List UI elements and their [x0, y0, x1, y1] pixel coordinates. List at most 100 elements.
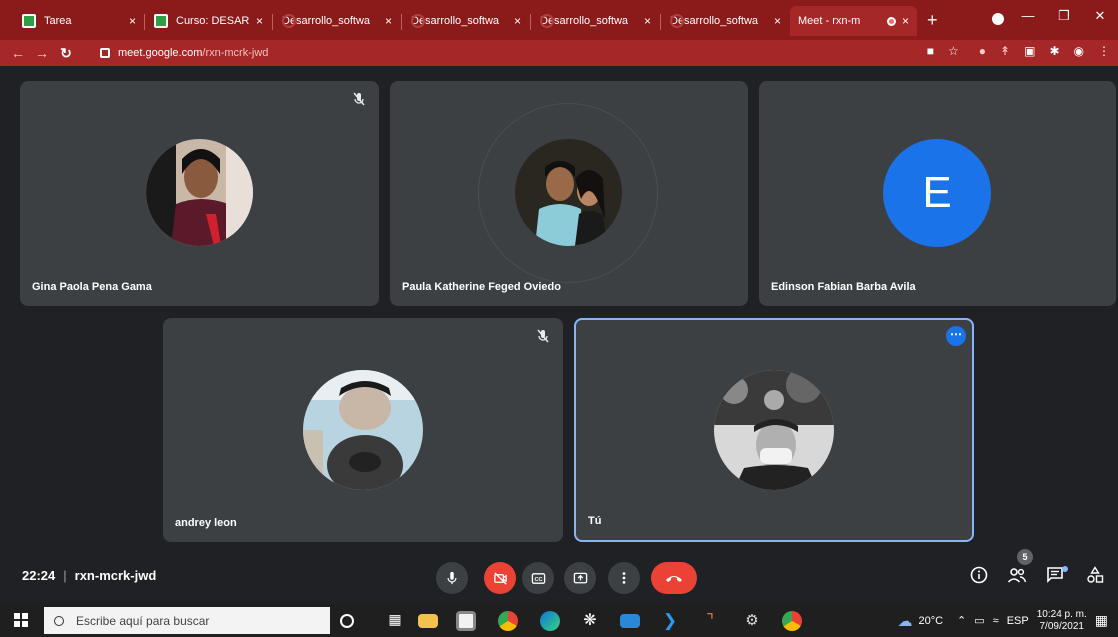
- meet-stage: Gina Paola Pena Gama Paula Katherine Feg…: [0, 66, 1118, 604]
- extension-icon[interactable]: ●: [979, 44, 986, 58]
- meeting-info: 22:24 | rxn-mcrk-jwd: [22, 568, 156, 583]
- pdf-extension-icon[interactable]: ↟: [1000, 44, 1010, 58]
- forward-arrow-icon[interactable]: →: [30, 45, 54, 61]
- minimize-icon[interactable]: —: [1010, 0, 1046, 32]
- vscode-icon[interactable]: ❯: [660, 611, 680, 631]
- close-tab-icon[interactable]: ×: [256, 14, 263, 28]
- star-icon[interactable]: ☆: [948, 44, 959, 58]
- participant-name: Edinson Fabian Barba Avila: [771, 281, 916, 293]
- close-tab-icon[interactable]: ×: [514, 14, 521, 28]
- github-icon: [282, 14, 296, 28]
- toolbar-icons: ■ ☆ ● ↟ ▣ ✱ ◉ ⋮: [927, 44, 1110, 58]
- task-view-icon[interactable]: ▦: [385, 611, 405, 631]
- weather-temperature[interactable]: 20°C: [918, 615, 943, 627]
- present-icon: [573, 572, 587, 583]
- restore-icon[interactable]: ❐: [1046, 0, 1082, 32]
- tab-title: Desarrollo_softwa: [282, 15, 371, 27]
- windows-start-icon[interactable]: [14, 613, 28, 627]
- search-placeholder: Escribe aquí para buscar: [76, 613, 210, 628]
- browser-tab[interactable]: Curso: DESARROL ×: [146, 6, 271, 36]
- activities-icon: [1087, 566, 1104, 583]
- taskbar-search-box[interactable]: Escribe aquí para buscar: [44, 607, 330, 634]
- mic-off-icon: [353, 92, 365, 106]
- chrome-icon[interactable]: [782, 611, 802, 631]
- present-screen-button[interactable]: [564, 562, 596, 594]
- activities-button[interactable]: [1086, 566, 1104, 589]
- github-icon: [411, 14, 425, 28]
- weather-cloud-icon[interactable]: ☁: [897, 612, 912, 630]
- participant-tile[interactable]: Paula Katherine Feged Oviedo: [390, 81, 748, 306]
- keyboard-language[interactable]: ESP: [1007, 615, 1029, 627]
- file-explorer-icon[interactable]: [418, 614, 438, 628]
- classroom-icon: [154, 14, 168, 28]
- camera-button[interactable]: [484, 562, 516, 594]
- browser-tab-active[interactable]: Meet - rxn-m ×: [790, 6, 917, 36]
- camera-icon[interactable]: ■: [927, 44, 934, 58]
- close-tab-icon[interactable]: ×: [902, 14, 909, 28]
- browser-tab[interactable]: Desarrollo_softwa ×: [532, 6, 659, 36]
- browser-tab[interactable]: Desarrollo_softwa ×: [403, 6, 529, 36]
- people-button[interactable]: [1007, 566, 1027, 589]
- new-tab-button[interactable]: +: [927, 10, 938, 31]
- participant-name: Tú: [588, 515, 602, 527]
- meeting-controls-bar: 22:24 | rxn-mcrk-jwd CC: [0, 552, 1118, 604]
- browser-tab[interactable]: Tarea ×: [14, 6, 144, 36]
- participant-tile[interactable]: andrey leon: [163, 318, 563, 542]
- captions-icon: CC: [531, 572, 545, 584]
- battery-icon[interactable]: ▭: [974, 614, 984, 627]
- browser-tab[interactable]: Desarrollo_softwa ×: [662, 6, 789, 36]
- jupyter-icon[interactable]: ⌝: [700, 611, 720, 631]
- tab-title: Meet - rxn-m: [798, 15, 861, 27]
- menu-dots-icon[interactable]: ⋮: [1098, 44, 1110, 58]
- participant-avatar: [714, 370, 834, 490]
- tab-title: Desarrollo_softwa: [411, 15, 500, 27]
- close-tab-icon[interactable]: ×: [774, 14, 781, 28]
- address-bar[interactable]: meet.google.com/rxn-mcrk-jwd: [100, 43, 940, 63]
- dropbox-icon[interactable]: ❋: [580, 611, 600, 631]
- tab-title: Curso: DESARROL: [176, 15, 250, 27]
- taskbar-clock[interactable]: 10:24 p. m. 7/09/2021: [1037, 609, 1087, 633]
- search-icon: [54, 615, 64, 626]
- notifications-icon[interactable]: ▦: [1095, 612, 1108, 629]
- microphone-button[interactable]: [436, 562, 468, 594]
- close-tab-icon[interactable]: ×: [644, 14, 651, 28]
- chat-notification-dot: [1062, 566, 1068, 572]
- participant-avatar: [146, 139, 253, 246]
- mail-icon[interactable]: [620, 614, 640, 628]
- store-icon[interactable]: [456, 611, 476, 631]
- reload-icon[interactable]: ↻: [54, 45, 78, 62]
- chrome-icon[interactable]: [498, 611, 518, 631]
- participant-name: Gina Paola Pena Gama: [32, 281, 152, 293]
- url-host: meet.google.com: [118, 47, 203, 59]
- end-call-button[interactable]: [651, 562, 697, 594]
- wifi-icon[interactable]: ≈: [993, 615, 999, 627]
- more-options-button[interactable]: ⋯: [946, 326, 966, 346]
- cortana-icon[interactable]: [340, 614, 354, 628]
- browser-tab[interactable]: Desarrollo_softwa ×: [274, 6, 400, 36]
- participant-tile[interactable]: Gina Paola Pena Gama: [20, 81, 379, 306]
- tab-divider: [660, 14, 661, 30]
- chevron-up-icon[interactable]: ⌃: [957, 614, 966, 627]
- meeting-time: 22:24: [22, 568, 56, 583]
- edge-icon[interactable]: [540, 611, 560, 631]
- svg-text:CC: CC: [534, 576, 542, 582]
- mic-off-icon: [537, 329, 549, 343]
- close-tab-icon[interactable]: ×: [385, 14, 392, 28]
- screenshot-extension-icon[interactable]: ▣: [1024, 44, 1035, 58]
- back-arrow-icon[interactable]: ←: [6, 45, 30, 61]
- meeting-details-button[interactable]: [970, 566, 988, 589]
- close-tab-icon[interactable]: ×: [129, 14, 136, 28]
- app-icon[interactable]: ⚙: [742, 611, 762, 631]
- more-vert-icon: [622, 572, 626, 584]
- captions-button[interactable]: CC: [522, 562, 554, 594]
- profile-icon[interactable]: [992, 13, 1004, 25]
- more-options-button[interactable]: [608, 562, 640, 594]
- avatar[interactable]: ◉: [1074, 44, 1084, 58]
- close-window-icon[interactable]: ✕: [1082, 0, 1118, 32]
- self-tile[interactable]: ⋯ Tú: [574, 318, 974, 542]
- browser-toolbar: ← → ↻ meet.google.com/rxn-mcrk-jwd ■ ☆ ●…: [0, 40, 1118, 66]
- puzzle-icon[interactable]: ✱: [1049, 44, 1059, 58]
- clock-date: 7/09/2021: [1039, 620, 1085, 632]
- hang-up-icon: [666, 576, 682, 582]
- participant-tile[interactable]: E Edinson Fabian Barba Avila: [759, 81, 1116, 306]
